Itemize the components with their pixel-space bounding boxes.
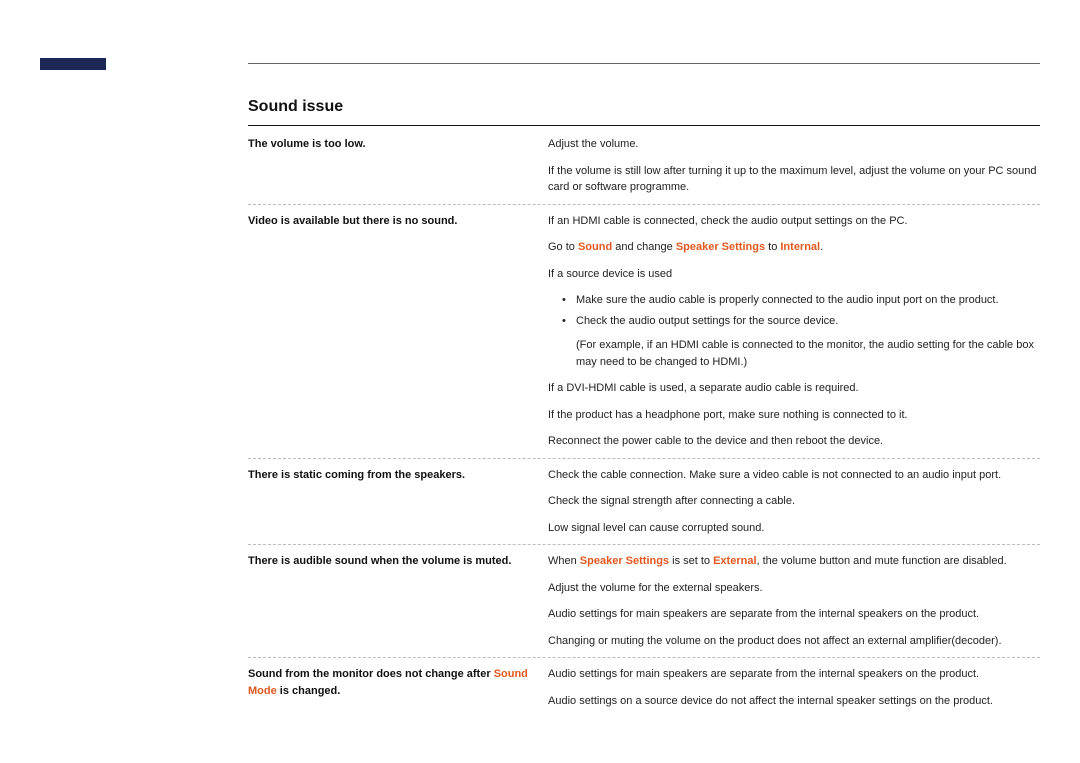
- issue-table: The volume is too low.Adjust the volume.…: [248, 136, 1040, 717]
- solution-text: If a source device is used: [548, 266, 1040, 283]
- issue-solution: Audio settings for main speakers are sep…: [548, 666, 1040, 709]
- issue-label: The volume is too low.: [248, 136, 548, 196]
- issue-label: There is audible sound when the volume i…: [248, 553, 548, 649]
- solution-list: Make sure the audio cable is properly co…: [548, 292, 1040, 329]
- solution-list-item: Make sure the audio cable is properly co…: [548, 292, 1040, 309]
- issue-row: There is static coming from the speakers…: [248, 467, 1040, 546]
- solution-text: Check the signal strength after connecti…: [548, 493, 1040, 510]
- issue-solution: If an HDMI cable is connected, check the…: [548, 213, 1040, 450]
- solution-subnote: (For example, if an HDMI cable is connec…: [548, 337, 1040, 370]
- issue-row: Video is available but there is no sound…: [248, 213, 1040, 459]
- accent-term: External: [713, 555, 756, 567]
- issue-solution: Adjust the volume. If the volume is still…: [548, 136, 1040, 196]
- solution-text: When Speaker Settings is set to External…: [548, 553, 1040, 570]
- top-rule: [248, 63, 1040, 64]
- issue-row: There is audible sound when the volume i…: [248, 553, 1040, 658]
- solution-text: Reconnect the power cable to the device …: [548, 433, 1040, 450]
- issue-row: Sound from the monitor does not change a…: [248, 666, 1040, 717]
- solution-list-item: Check the audio output settings for the …: [548, 313, 1040, 330]
- issue-label: Sound from the monitor does not change a…: [248, 666, 548, 709]
- accent-term: Internal: [780, 241, 820, 253]
- solution-text: Audio settings for main speakers are sep…: [548, 606, 1040, 623]
- solution-text: Low signal level can cause corrupted sou…: [548, 520, 1040, 537]
- issue-row: The volume is too low.Adjust the volume.…: [248, 136, 1040, 205]
- solution-text: If an HDMI cable is connected, check the…: [548, 213, 1040, 230]
- issue-solution: Check the cable connection. Make sure a …: [548, 467, 1040, 537]
- solution-text: Go to Sound and change Speaker Settings …: [548, 239, 1040, 256]
- issue-label: Video is available but there is no sound…: [248, 213, 548, 450]
- solution-text: Changing or muting the volume on the pro…: [548, 633, 1040, 650]
- header-accent-bar: [40, 58, 106, 70]
- solution-text: Adjust the volume.: [548, 136, 1040, 153]
- solution-text: If a DVI-HDMI cable is used, a separate …: [548, 380, 1040, 397]
- solution-text: If the product has a headphone port, mak…: [548, 407, 1040, 424]
- solution-text: Audio settings on a source device do not…: [548, 693, 1040, 710]
- solution-text: Check the cable connection. Make sure a …: [548, 467, 1040, 484]
- solution-text: Adjust the volume for the external speak…: [548, 580, 1040, 597]
- section-title: Sound issue: [248, 95, 1040, 119]
- accent-term: Sound Mode: [248, 668, 528, 697]
- accent-term: Sound: [578, 241, 612, 253]
- solution-text: If the volume is still low after turning…: [548, 163, 1040, 196]
- solution-text: Audio settings for main speakers are sep…: [548, 666, 1040, 683]
- issue-label: There is static coming from the speakers…: [248, 467, 548, 537]
- section-rule: [248, 125, 1040, 126]
- issue-solution: When Speaker Settings is set to External…: [548, 553, 1040, 649]
- accent-term: Speaker Settings: [580, 555, 669, 567]
- accent-term: Speaker Settings: [676, 241, 765, 253]
- content-area: Sound issue The volume is too low.Adjust…: [248, 95, 1040, 725]
